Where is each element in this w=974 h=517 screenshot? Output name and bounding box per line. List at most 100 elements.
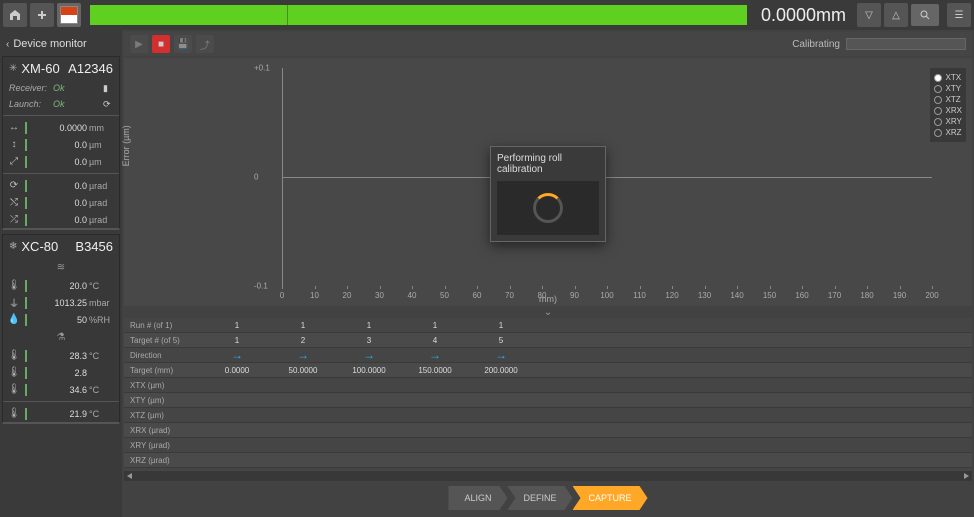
env-row: 🌡20.0°C [3, 277, 119, 294]
menu-button[interactable]: ☰ [947, 3, 971, 27]
meas-unit: mm [89, 123, 115, 133]
legend-item[interactable]: XTX [934, 72, 962, 83]
x-tick-label: 100 [600, 291, 613, 300]
x-tick-label: 170 [828, 291, 841, 300]
sidebar-header[interactable]: ‹ Device monitor [2, 32, 120, 56]
env-icon: 🌡 [7, 350, 21, 361]
axis-icon: ↕ [7, 139, 21, 150]
material-icon: ⚗ [3, 328, 119, 347]
position-readout: 0.0000mm [753, 5, 854, 26]
step-capture[interactable]: CAPTURE [573, 486, 648, 510]
legend-item[interactable]: XRZ [934, 127, 962, 138]
step-align[interactable]: ALIGN [448, 486, 507, 510]
down-triangle-button[interactable]: ▽ [857, 3, 881, 27]
radio-icon [934, 107, 942, 115]
legend-item[interactable]: XRY [934, 116, 962, 127]
env-icon: 🌡 [7, 384, 21, 395]
meas-value: 0.0 [51, 198, 89, 208]
legend-item[interactable]: XTY [934, 83, 962, 94]
data-table: Run # (of 1)11111Target # (of 5)12345Dir… [124, 318, 972, 471]
meas-unit: µm [89, 140, 115, 150]
chart-area: Error (µm) -0.10+0.1 0102030405060708090… [124, 58, 972, 306]
content-area: ▶ ■ 💾 ⤴ Calibrating Error (µm) -0.10+0.1… [122, 30, 974, 517]
row-header: Direction [124, 351, 204, 360]
row-header: XRX (µrad) [124, 426, 204, 435]
measurement-row: ⤢0.0µm [3, 153, 119, 170]
x-tick-label: 70 [505, 291, 514, 300]
table-row: XTY (µm) [124, 393, 972, 408]
x-tick-label: 40 [408, 291, 417, 300]
search-button[interactable] [911, 4, 939, 26]
env-unit: %RH [89, 315, 115, 325]
sidebar-title: Device monitor [13, 38, 86, 50]
legend-item[interactable]: XTZ [934, 94, 962, 105]
legend-label: XRZ [946, 128, 962, 137]
x-axis-label: mm) [539, 294, 557, 304]
table-cell: 1 [204, 321, 270, 330]
meas-value: 0.0 [51, 157, 89, 167]
table-cell: → [402, 348, 468, 362]
legend-label: XTX [946, 73, 962, 82]
legend-item[interactable]: XRX [934, 105, 962, 116]
warning-triangle-button[interactable]: △ [884, 3, 908, 27]
y-tick-label: +0.1 [254, 64, 270, 73]
workflow-stepper: ALIGNDEFINECAPTURE [124, 481, 972, 515]
meas-unit: µrad [89, 215, 115, 225]
collapse-toggle[interactable]: ⌄ [124, 306, 972, 318]
table-row: XTX (µm) [124, 378, 972, 393]
env-row: 🌡21.9°C [3, 405, 119, 422]
x-tick-label: 120 [665, 291, 678, 300]
env-row: 🌡28.3°C [3, 347, 119, 364]
measurement-row: ⤭0.0µrad [3, 194, 119, 211]
row-header: Target # (of 5) [124, 336, 204, 345]
x-tick-label: 60 [473, 291, 482, 300]
horizontal-scrollbar[interactable] [124, 471, 972, 481]
play-button[interactable]: ▶ [130, 35, 148, 53]
x-tick-label: 140 [730, 291, 743, 300]
env-icon: 🌡 [7, 408, 21, 419]
env-value: 1013.25 [51, 298, 89, 308]
table-cell: 4 [402, 336, 468, 345]
legend-label: XTZ [946, 95, 961, 104]
env-row: ⏚1013.25mbar [3, 294, 119, 311]
table-cell: 1 [402, 321, 468, 330]
table-row: Run # (of 1)11111 [124, 318, 972, 333]
x-tick-label: 30 [375, 291, 384, 300]
row-header: XTX (µm) [124, 381, 204, 390]
measurement-row: ⟳0.0µrad [3, 177, 119, 194]
table-cell: → [336, 348, 402, 362]
x-tick-label: 130 [698, 291, 711, 300]
signal-strength-bar [90, 5, 747, 25]
save-button[interactable]: 💾 [174, 35, 192, 53]
laser-icon: ✳ [9, 63, 17, 74]
export-button[interactable]: ⤴ [196, 35, 214, 53]
env-icon: ⏚ [7, 295, 21, 310]
table-cell: 3 [336, 336, 402, 345]
meas-unit: µrad [89, 181, 115, 191]
measurement-row: ↔0.0000mm [3, 119, 119, 136]
table-cell: → [204, 348, 270, 362]
env-icon: 💧 [7, 314, 21, 325]
env-row: 🌡2.8 [3, 364, 119, 381]
step-define[interactable]: DEFINE [507, 486, 572, 510]
row-header: XRZ (µrad) [124, 456, 204, 465]
env-value: 50 [51, 315, 89, 325]
weather-icon: ❄ [9, 241, 17, 252]
table-cell: 200.0000 [468, 366, 534, 375]
stop-button[interactable]: ■ [152, 35, 170, 53]
device-name: XC-80 [21, 239, 75, 254]
device-name: XM-60 [21, 61, 68, 76]
table-row: XTZ (µm) [124, 408, 972, 423]
env-value: 21.9 [51, 409, 89, 419]
launch-value: Ok [53, 99, 65, 109]
x-tick-label: 0 [280, 291, 284, 300]
add-button[interactable] [30, 3, 54, 27]
env-value: 20.0 [51, 281, 89, 291]
x-tick-label: 20 [343, 291, 352, 300]
table-cell: 1 [204, 336, 270, 345]
calendar-button[interactable] [57, 3, 81, 27]
table-row: XRZ (µrad) [124, 453, 972, 468]
home-button[interactable] [3, 3, 27, 27]
table-cell: → [270, 348, 336, 362]
table-row: XRY (µrad) [124, 438, 972, 453]
